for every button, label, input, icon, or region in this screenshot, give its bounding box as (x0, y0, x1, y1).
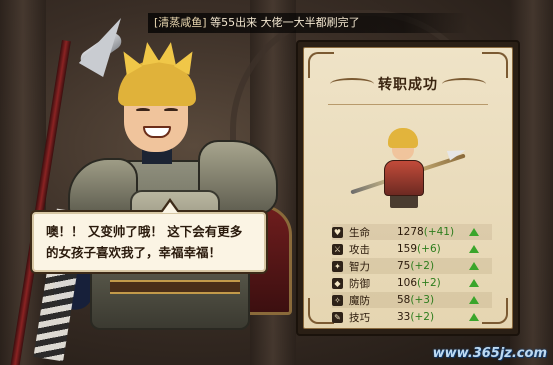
hero-chibi-sprite (344, 122, 474, 210)
hero-belt (110, 280, 240, 294)
chibi-legs (390, 194, 418, 208)
stat-row-intelligence: ✦ 智力 75(+2) (332, 258, 492, 274)
chibi-body (384, 160, 424, 196)
site-watermark: www.365jz.com (432, 346, 547, 361)
shield-icon: ◆ (332, 277, 343, 289)
stat-value: 75(+2) (397, 260, 435, 272)
chibi-hair (388, 128, 418, 148)
panel-title: 转职成功 (378, 77, 438, 93)
arrow-up-icon (469, 296, 479, 304)
magic-shield-icon: ✧ (332, 294, 343, 306)
title-divider (328, 104, 488, 105)
stat-name: 魔防 (349, 294, 370, 307)
hero-eye-left (136, 108, 150, 112)
stat-value: 33(+2) (397, 311, 435, 323)
stat-name: 技巧 (349, 311, 370, 324)
hair-spike (138, 40, 160, 66)
stat-row-attack: ⚔ 攻击 159(+6) (332, 241, 492, 257)
stat-value: 159(+6) (397, 243, 441, 255)
skill-icon: ✎ (332, 311, 343, 323)
stat-value: 1278(+41) (397, 226, 455, 238)
stat-name: 智力 (349, 260, 370, 273)
heart-icon: ♥ (332, 226, 343, 238)
hero-character-portrait (0, 0, 300, 365)
stat-name: 防御 (349, 277, 370, 290)
arrow-up-icon (469, 313, 479, 321)
dialogue-box[interactable]: 噢！！ 又变帅了哦！ 这下会有更多 的女孩子喜欢我了，幸福幸福！ (30, 210, 268, 274)
class-change-panel: 转职成功 ♥ 生命 1278(+41) ⚔ 攻击 159(+6) ✦ 智力 75… (296, 40, 520, 336)
arrow-up-icon (469, 245, 479, 253)
stat-row-hp: ♥ 生命 1278(+41) (332, 224, 492, 240)
stat-name: 攻击 (349, 243, 370, 256)
speech-bubble-tail-inner (162, 202, 178, 213)
hero-pauldron-left (68, 158, 138, 218)
hero-eye-right (164, 108, 178, 112)
stat-row-defense: ◆ 防御 106(+2) (332, 275, 492, 291)
arrow-up-icon (469, 279, 479, 287)
arrow-up-icon (469, 262, 479, 270)
panel-ornament (308, 298, 334, 324)
dialogue-line-2: 的女孩子喜欢我了，幸福幸福！ (46, 245, 222, 260)
stat-name: 生命 (349, 226, 370, 239)
stat-row-magic-defense: ✧ 魔防 58(+3) (332, 292, 492, 308)
arrow-up-icon (469, 228, 479, 236)
brain-icon: ✦ (332, 260, 343, 272)
stat-list: ♥ 生命 1278(+41) ⚔ 攻击 159(+6) ✦ 智力 75(+2) … (332, 224, 492, 326)
stat-value: 106(+2) (397, 277, 441, 289)
class-change-panel-body: 转职成功 ♥ 生命 1278(+41) ⚔ 攻击 159(+6) ✦ 智力 75… (303, 47, 513, 329)
stat-value: 58(+3) (397, 294, 435, 306)
stat-row-skill: ✎ 技巧 33(+2) (332, 309, 492, 325)
sword-icon: ⚔ (332, 243, 343, 255)
dialogue-line-1: 噢！！ 又变帅了哦！ 这下会有更多 (46, 224, 243, 239)
